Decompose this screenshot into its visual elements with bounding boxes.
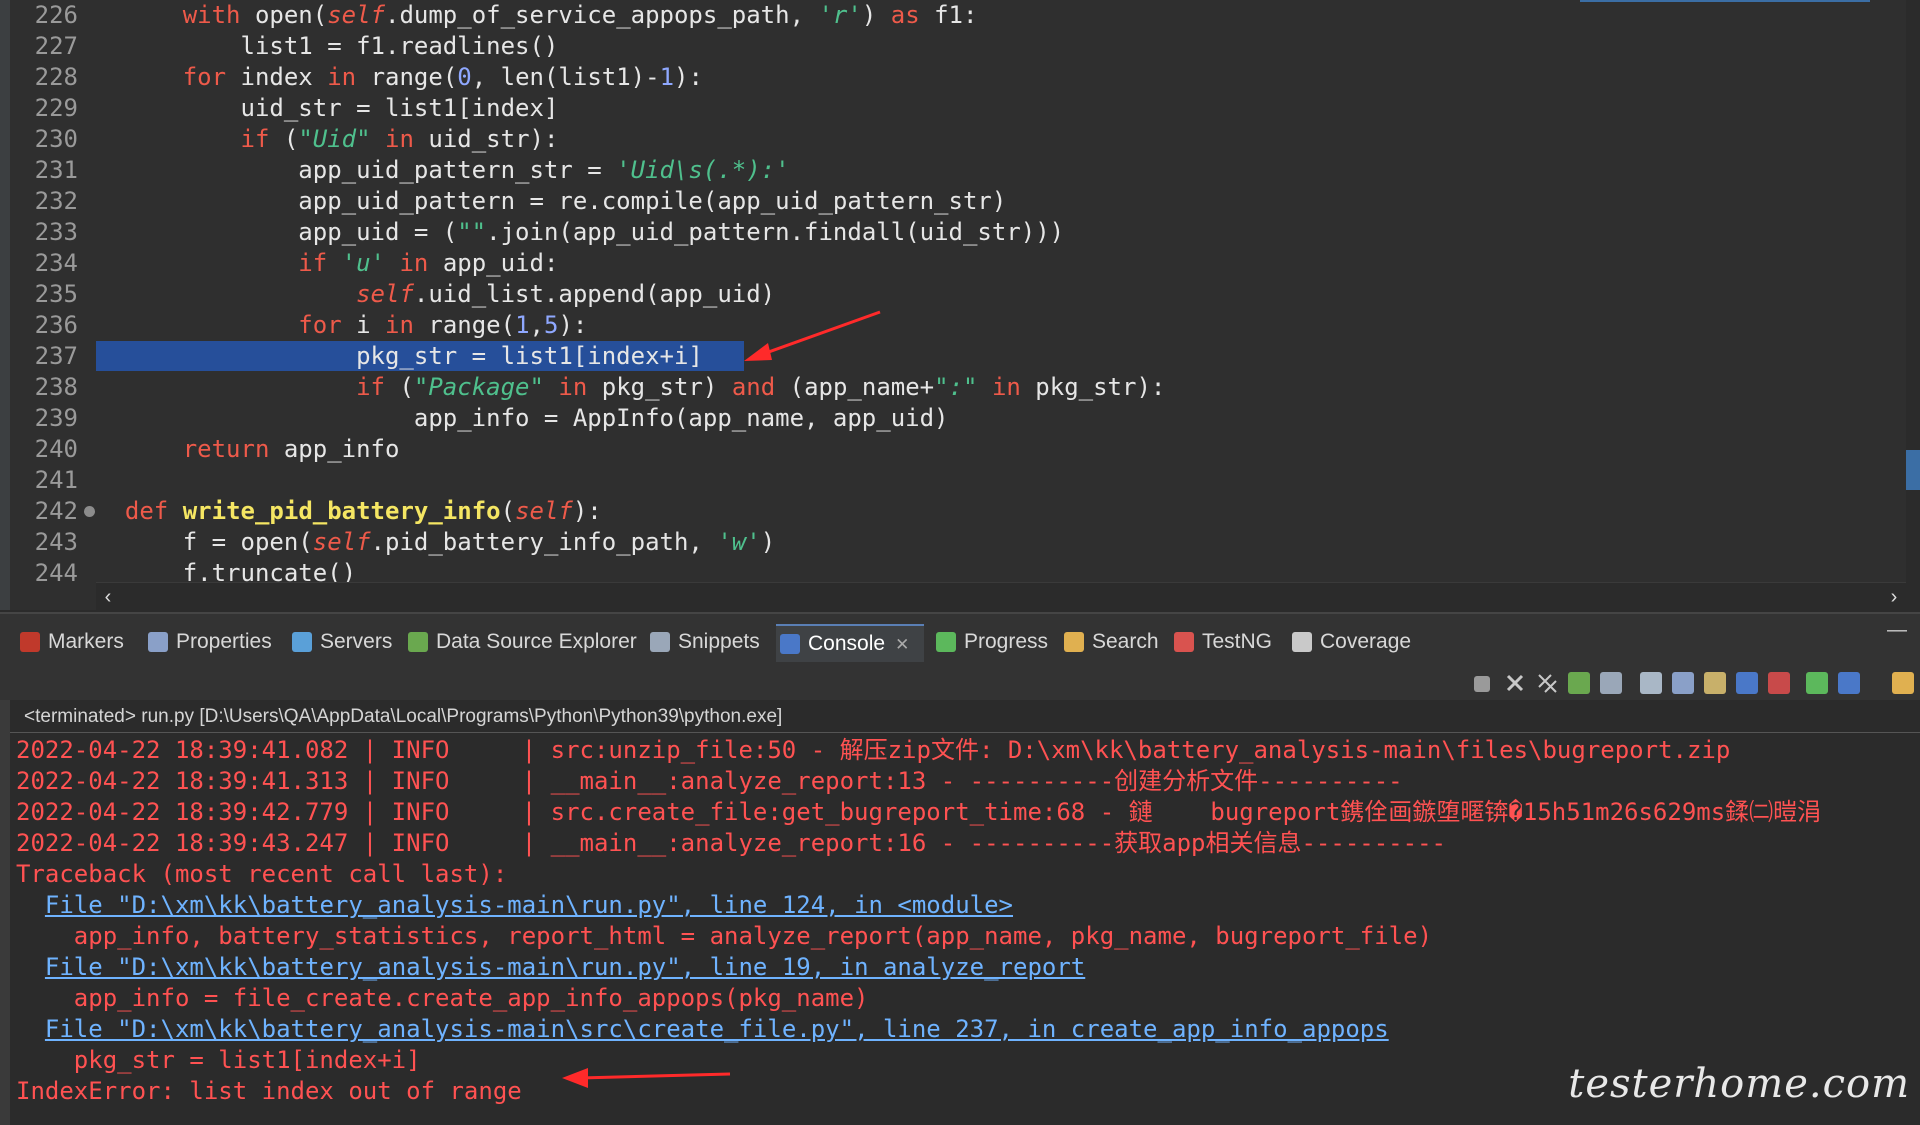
tab-search[interactable]: Search bbox=[1060, 624, 1166, 660]
tab-console[interactable]: Console ✕ bbox=[776, 624, 924, 662]
minimize-button[interactable]: — bbox=[1886, 620, 1908, 644]
scroll-lock-icon[interactable] bbox=[1672, 672, 1694, 694]
display-console-icon[interactable] bbox=[1600, 672, 1622, 694]
tab-label: Coverage bbox=[1320, 630, 1412, 653]
tab-label: Markers bbox=[48, 630, 124, 653]
tab-label: TestNG bbox=[1202, 630, 1273, 653]
search-icon bbox=[1064, 632, 1084, 653]
coverage-icon bbox=[1292, 632, 1312, 653]
show-on-stdout-icon[interactable] bbox=[1736, 672, 1758, 694]
terminate-icon[interactable] bbox=[1474, 676, 1490, 692]
remove-launch-icon[interactable] bbox=[1504, 672, 1526, 694]
snippets-icon bbox=[650, 632, 670, 653]
annotation-arrow-editor bbox=[744, 310, 881, 361]
servers-icon bbox=[292, 632, 312, 653]
new-console-icon[interactable] bbox=[1838, 672, 1860, 694]
tab-testng[interactable]: TestNG bbox=[1170, 624, 1284, 660]
clear-console-icon[interactable] bbox=[1640, 672, 1662, 694]
console-output[interactable]: <terminated> run.py [D:\Users\QA\AppData… bbox=[0, 700, 1920, 1125]
remove-all-launches-icon[interactable] bbox=[1536, 672, 1558, 694]
show-on-stderr-icon[interactable] bbox=[1768, 672, 1790, 694]
tab-label: Search bbox=[1092, 630, 1159, 653]
console-toolbar bbox=[0, 668, 1920, 700]
code-editor[interactable]: 226 227 228 229 230 231 232 233 234 235 236 237 238 2… bbox=[0, 0, 1920, 611]
console-icon bbox=[780, 634, 800, 655]
tab-progress[interactable]: Progress bbox=[932, 624, 1056, 660]
properties-icon bbox=[148, 632, 168, 653]
tab-label: Progress bbox=[964, 630, 1049, 653]
watermark: testerhome.com bbox=[1568, 1061, 1910, 1107]
close-tab-icon[interactable]: ✕ bbox=[895, 635, 909, 654]
open-console-icon[interactable] bbox=[1806, 672, 1828, 694]
folder-icon[interactable] bbox=[1892, 672, 1914, 694]
tab-label: Properties bbox=[176, 630, 272, 653]
tab-servers[interactable]: Servers bbox=[288, 624, 400, 660]
data-source-icon bbox=[408, 632, 428, 653]
pin-console-icon[interactable] bbox=[1568, 672, 1590, 694]
tab-label: Snippets bbox=[678, 630, 760, 653]
testng-icon bbox=[1174, 632, 1194, 653]
word-wrap-icon[interactable] bbox=[1704, 672, 1726, 694]
progress-icon bbox=[936, 632, 956, 653]
views-tab-bar: Markers Properties Servers Data Source Expl… bbox=[0, 612, 1920, 670]
markers-icon bbox=[20, 632, 40, 653]
tab-label: Data Source Explorer bbox=[436, 630, 637, 653]
tab-markers[interactable]: Markers bbox=[16, 624, 140, 660]
tab-coverage[interactable]: Coverage bbox=[1288, 624, 1422, 660]
tab-label: Console bbox=[808, 632, 886, 655]
tab-label: Servers bbox=[320, 630, 393, 653]
tab-snippets[interactable]: Snippets bbox=[646, 624, 774, 660]
tab-data-source-explorer[interactable]: Data Source Explorer bbox=[404, 624, 642, 660]
tab-properties[interactable]: Properties bbox=[144, 624, 284, 660]
